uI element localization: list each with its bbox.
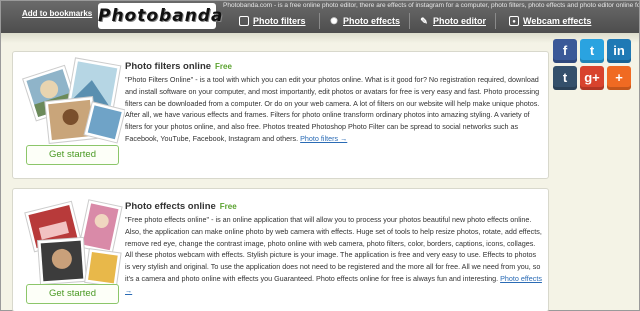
nav-label: Photo effects	[343, 16, 401, 26]
card-title: Photo filters online Free	[125, 61, 232, 72]
card-description-text: "Free photo effects online" - is an onli…	[125, 215, 542, 283]
card-title-text: Photo filters online	[125, 61, 212, 72]
photo-filters-thumbnail	[22, 57, 125, 144]
photo-effects-card: Photo effects online Free "Free photo eff…	[12, 188, 549, 311]
card-title-text: Photo effects online	[125, 201, 216, 212]
nav-divider	[495, 13, 496, 29]
frame-icon	[239, 16, 249, 26]
twitter-icon[interactable]: t	[580, 39, 604, 63]
nav-divider	[409, 13, 410, 29]
facebook-icon[interactable]: f	[553, 39, 577, 63]
add-to-bookmarks-link[interactable]: Add to bookmarks	[22, 9, 92, 18]
addthis-icon[interactable]: +	[607, 66, 631, 90]
social-share-panel: f t in t g+ +	[553, 39, 633, 90]
linkedin-icon[interactable]: in	[607, 39, 631, 63]
nav-photo-editor[interactable]: ✎ Photo editor	[419, 13, 486, 29]
card-description: "Photo Filters Online" - is a tool with …	[125, 74, 543, 145]
nav-webcam-effects[interactable]: ● Webcam effects	[509, 13, 591, 29]
photo-filters-card: Photo filters online Free "Photo Filters …	[12, 51, 549, 179]
top-bar: Add to bookmarks Photobanda Photobanda.c…	[1, 1, 639, 33]
get-started-button[interactable]: Get started	[26, 145, 119, 165]
photobanda-logo[interactable]: Photobanda	[98, 3, 222, 29]
photo-filters-link[interactable]: Photo filters →	[300, 134, 347, 143]
free-badge: Free	[215, 62, 232, 71]
webcam-icon: ●	[509, 16, 519, 26]
site-tagline: Photobanda.com - is a free online photo …	[223, 2, 639, 9]
nav-divider	[319, 13, 320, 29]
effects-icon: ✺	[330, 16, 338, 26]
google-plus-icon[interactable]: g+	[580, 66, 604, 90]
tumblr-icon[interactable]: t	[553, 66, 577, 90]
free-badge: Free	[219, 202, 237, 211]
card-description: "Free photo effects online" - is an onli…	[125, 214, 543, 297]
nav-photo-effects[interactable]: ✺ Photo effects	[329, 13, 400, 29]
card-title: Photo effects online Free	[125, 201, 237, 212]
header-shadow	[1, 33, 639, 43]
photo-effects-thumbnail	[24, 199, 123, 288]
nav-photo-filters[interactable]: Photo filters	[239, 13, 306, 29]
nav-label: Webcam effects	[523, 16, 592, 26]
get-started-button[interactable]: Get started	[26, 284, 119, 304]
nav-label: Photo editor	[433, 16, 486, 26]
card-description-text: "Photo Filters Online" - is a tool with …	[125, 75, 540, 143]
editor-icon: ✎	[420, 16, 428, 26]
nav-label: Photo filters	[253, 16, 306, 26]
